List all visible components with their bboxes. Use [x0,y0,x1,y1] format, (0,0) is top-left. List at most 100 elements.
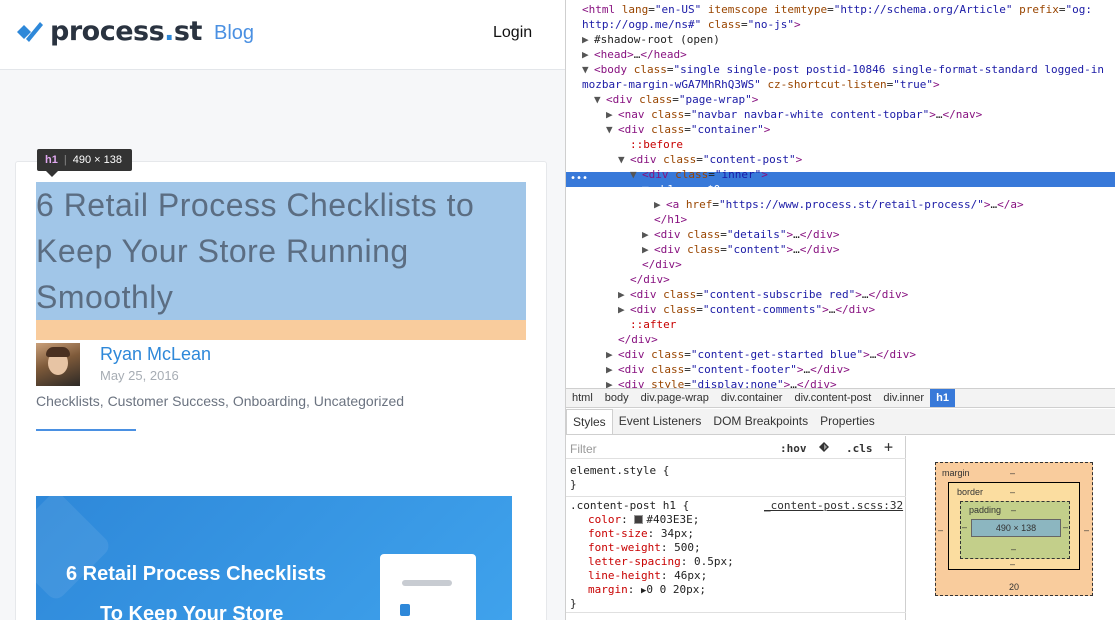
expand-triangle-icon[interactable]: ▶ [618,287,630,302]
dom-node-line[interactable]: ::after [618,317,676,332]
dom-node-line[interactable]: </div> [606,332,658,347]
collapse-triangle-icon[interactable]: ▼ [630,167,642,182]
expand-triangle-icon[interactable]: ▶ [582,32,594,47]
dom-node-line[interactable]: ▶ <div style="display:none">…</div> [606,377,837,388]
css-declaration[interactable]: letter-spacing: 0.5px; [588,555,734,568]
tab-styles[interactable]: Styles [566,409,613,434]
expand-triangle-icon[interactable]: ▶ [606,347,618,362]
hover-state-toggle[interactable]: :hov [780,442,807,455]
paint-brush-icon[interactable] [818,441,830,453]
breadcrumb-item[interactable]: h1 [930,389,955,407]
tab-event-listeners[interactable]: Event Listeners [613,409,708,434]
dom-node-line[interactable]: </div> [618,272,670,287]
collapse-triangle-icon[interactable]: ▼ [618,152,630,167]
rule-source-text[interactable]: _content-post.scss:32 [764,499,903,512]
dom-node-line[interactable]: ▼ <div class="page-wrap"> [594,92,758,107]
dom-node-line[interactable]: ▶ <div class="content-subscribe red">…</d… [618,287,908,302]
site-logo[interactable]: process.st [14,14,202,48]
dom-node-line[interactable]: ▶ <div class="content-get-started blue">…… [606,347,916,362]
class-toggle[interactable]: .cls [846,442,873,455]
collapse-triangle-icon[interactable]: ▼ [606,122,618,137]
dom-node-selected[interactable]: ▼ <h1> == $0 [642,182,720,197]
dom-node-line[interactable]: </h1> [642,212,687,227]
post-categories[interactable]: Checklists, Customer Success, Onboarding… [36,393,404,409]
expand-triangle-icon[interactable]: ▶ [654,197,666,212]
box-content-size[interactable]: 490 × 138 [971,519,1061,537]
collapse-triangle-icon[interactable]: ▼ [642,182,654,197]
dom-node-line[interactable]: ::before [618,137,683,152]
margin-left-value[interactable]: – [938,525,943,535]
breadcrumb-item[interactable]: div.page-wrap [635,389,715,407]
css-property-name[interactable]: font-weight [588,541,661,554]
nav-blog-link[interactable]: Blog [214,22,254,45]
author-avatar[interactable] [36,343,80,386]
expand-triangle-icon[interactable]: ▶ [582,47,594,62]
padding-right-value[interactable]: – [1063,522,1068,532]
css-property-value[interactable]: 34px; [661,527,694,540]
breadcrumb-item[interactable]: div.content-post [788,389,877,407]
dom-node-line[interactable]: ▼ <body class="single single-post postid-… [582,62,1104,77]
css-property-name[interactable]: letter-spacing [588,555,681,568]
margin-bottom-value[interactable]: 20 [1009,582,1019,592]
breadcrumb-item[interactable]: html [566,389,599,407]
border-bottom-value[interactable]: – [1010,559,1015,569]
dom-node-line[interactable]: ▶ <head>…</head> [582,47,687,62]
rule-selector[interactable]: .content-post h1 { [570,499,689,512]
css-property-value[interactable]: 46px; [674,569,707,582]
dom-node-line[interactable]: ▼ <div class="inner"> [630,167,768,182]
dom-node-line[interactable]: ▶ <a href="https://www.process.st/retail-… [654,197,1024,212]
styles-filter-input[interactable]: Filter [570,442,597,456]
dom-node-line[interactable]: ▶ <div class="content-comments">…</div> [618,302,875,317]
padding-left-value[interactable]: – [962,522,967,532]
expand-triangle-icon[interactable]: ▶ [606,377,618,388]
css-property-value[interactable]: #403E3E; [646,513,699,526]
dom-node-line[interactable]: <html lang="en-US" itemscope itemtype="h… [570,2,1092,17]
css-property-name[interactable]: margin [588,583,628,596]
css-declaration[interactable]: font-size: 34px; [588,527,694,540]
expand-triangle-icon[interactable]: ▶ [606,362,618,377]
css-declaration[interactable]: margin: ▶0 0 20px; [588,583,706,596]
dom-node-line[interactable]: mozbar-margin-wGA7MhRhQ3WS" cz-shortcut-… [570,77,940,92]
author-name-link[interactable]: Ryan McLean [100,344,211,365]
expand-triangle-icon[interactable]: ▶ [618,302,630,317]
border-top-value[interactable]: – [1010,487,1015,497]
css-property-name[interactable]: font-size [588,527,648,540]
color-swatch-icon[interactable] [634,515,644,524]
post-title[interactable]: 6 Retail Process Checklists to Keep Your… [36,182,526,320]
node-actions-ellipsis-icon[interactable]: ••• [570,172,588,185]
css-declaration[interactable]: font-weight: 500; [588,541,701,554]
padding-bottom-value[interactable]: – [1011,544,1016,554]
breadcrumb-item[interactable]: div.inner [877,389,930,407]
css-property-value[interactable]: 0.5px; [694,555,734,568]
collapse-triangle-icon[interactable]: ▼ [582,62,594,77]
dom-node-line[interactable]: ▶ <div class="content">…</div> [642,242,839,257]
margin-top-value[interactable]: – [1010,468,1015,478]
dom-node-line[interactable]: ▼ <div class="container"> [606,122,770,137]
padding-top-value[interactable]: – [1011,505,1016,515]
dom-node-line[interactable]: ▶ <div class="content-footer">…</div> [606,362,850,377]
nav-login-link[interactable]: Login [493,24,532,42]
dom-node-line[interactable]: ▶ <div class="details">…</div> [642,227,839,242]
dom-node-line[interactable]: ▶ <nav class="navbar navbar-white content… [606,107,982,122]
element-style-selector[interactable]: element.style { [570,464,669,477]
expand-triangle-icon[interactable]: ▶ [642,242,654,257]
css-declaration[interactable]: color: #403E3E; [588,513,699,526]
expand-triangle-icon[interactable]: ▶ [642,227,654,242]
breadcrumb-item[interactable]: div.container [715,389,789,407]
css-property-value[interactable]: 500; [674,541,701,554]
css-property-name[interactable]: color [588,513,621,526]
margin-right-value[interactable]: – [1084,525,1089,535]
expand-triangle-icon[interactable]: ▶ [606,107,618,122]
tab-properties[interactable]: Properties [814,409,881,434]
dom-node-line[interactable]: </div> [630,257,682,272]
rule-source-link[interactable]: _content-post.scss:32 [764,499,903,512]
dom-node-line[interactable]: ▼ <div class="content-post"> [618,152,802,167]
dom-node-line[interactable]: http://ogp.me/ns#" class="no-js"> [570,17,801,32]
css-property-name[interactable]: line-height [588,569,661,582]
css-property-value[interactable]: 0 0 20px; [646,583,706,596]
collapse-triangle-icon[interactable]: ▼ [594,92,606,107]
css-declaration[interactable]: line-height: 46px; [588,569,707,582]
breadcrumb-item[interactable]: body [599,389,635,407]
tab-dom-breakpoints[interactable]: DOM Breakpoints [707,409,814,434]
new-rule-plus-icon[interactable]: + [884,438,893,456]
